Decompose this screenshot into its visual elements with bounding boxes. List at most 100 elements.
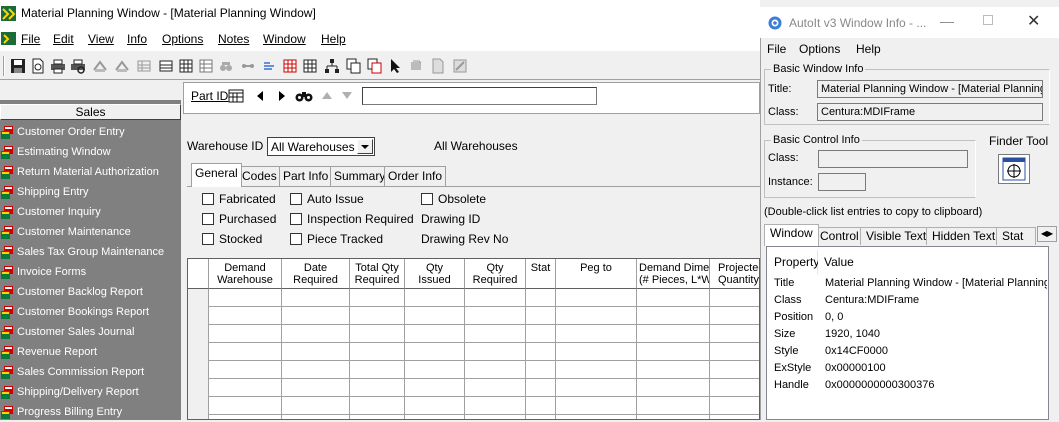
previous-icon[interactable]	[256, 91, 264, 101]
title-value-field[interactable]: Material Planning Window - [Material Pla…	[817, 80, 1043, 98]
piece-tracked-checkbox[interactable]	[290, 233, 302, 245]
column-header-date-required[interactable]: Date Required	[282, 259, 350, 289]
sidebar-item[interactable]: Sales Tax Group Maintenance	[0, 242, 181, 262]
property-key[interactable]: Handle	[774, 379, 809, 391]
tab-statusbar[interactable]: Stat	[996, 227, 1036, 245]
column-header-stat[interactable]: Stat	[526, 259, 556, 289]
auto-issue-checkbox[interactable]	[290, 193, 302, 205]
property-value[interactable]: Material Planning Window - [Material Pla…	[825, 277, 1047, 289]
property-key[interactable]: Class	[774, 294, 802, 306]
tab-general[interactable]: General	[191, 163, 242, 187]
tab-codes[interactable]: Codes	[238, 166, 281, 186]
sidebar-item[interactable]: Progress Billing Entry	[0, 402, 181, 422]
tab-visible-text[interactable]: Visible Text	[860, 227, 933, 245]
control-class-field[interactable]	[818, 150, 968, 168]
menu-options[interactable]: Options	[162, 32, 203, 46]
menu-window[interactable]: Window	[263, 32, 306, 46]
menu-notes[interactable]: Notes	[218, 32, 249, 46]
property-key[interactable]: Title	[774, 277, 794, 289]
part-id-input[interactable]	[362, 87, 597, 105]
fabricated-checkbox[interactable]	[202, 193, 214, 205]
sidebar-item[interactable]: Shipping Entry	[0, 182, 181, 202]
sidebar-item[interactable]: Shipping/Delivery Report	[0, 382, 181, 402]
next-icon[interactable]	[278, 91, 286, 101]
autoit-menu-file[interactable]: File	[767, 42, 786, 56]
new-icon[interactable]	[30, 58, 46, 74]
print-icon[interactable]	[50, 58, 66, 74]
menu-help[interactable]: Help	[321, 32, 346, 46]
binoculars-icon[interactable]	[295, 90, 313, 102]
column-header-qty-issued[interactable]: Qty Issued	[405, 259, 465, 289]
tool-icon[interactable]	[218, 58, 234, 74]
sidebar-item[interactable]: Revenue Report	[0, 342, 181, 362]
property-value[interactable]: 0x14CF0000	[825, 345, 1047, 357]
tab-hidden-text[interactable]: Hidden Text	[926, 227, 1002, 245]
down-icon[interactable]	[342, 92, 352, 99]
menu-edit[interactable]: Edit	[53, 32, 74, 46]
table-icon[interactable]	[302, 58, 318, 74]
column-header-demand-warehouse[interactable]: Demand Warehouse	[209, 259, 282, 289]
sidebar-item[interactable]: Customer Maintenance	[0, 222, 181, 242]
sidebar-item[interactable]: Customer Backlog Report	[0, 282, 181, 302]
property-value[interactable]: Centura:MDIFrame	[825, 294, 1047, 306]
purchased-checkbox[interactable]	[202, 213, 214, 225]
menu-info[interactable]: Info	[127, 32, 147, 46]
property-value[interactable]: 0x00000100	[825, 362, 1047, 374]
property-value[interactable]: 0, 0	[825, 311, 1047, 323]
pointer-icon[interactable]	[388, 58, 404, 74]
property-key[interactable]: Size	[774, 328, 795, 340]
edit-icon[interactable]	[452, 58, 468, 74]
value-column-header[interactable]: Value	[818, 250, 1046, 274]
tool-icon[interactable]	[92, 58, 108, 74]
sidebar-item[interactable]: Sales Commission Report	[0, 362, 181, 382]
grid-icon[interactable]	[178, 58, 194, 74]
grid-icon[interactable]	[198, 58, 214, 74]
sidebar-item[interactable]: Customer Sales Journal	[0, 322, 181, 342]
column-header-peg-to[interactable]: Peg to	[556, 259, 637, 289]
tab-order-info[interactable]: Order Info	[384, 166, 447, 186]
tree-icon[interactable]	[324, 58, 340, 74]
print-preview-icon[interactable]	[70, 58, 86, 74]
sidebar-item[interactable]: Customer Order Entry	[0, 122, 181, 142]
sidebar-item[interactable]: Customer Bookings Report	[0, 302, 181, 322]
tab-window[interactable]: Window	[764, 224, 819, 246]
sidebar-item[interactable]: Invoice Forms	[0, 262, 181, 282]
instance-field[interactable]	[818, 173, 866, 191]
refresh-icon[interactable]	[408, 58, 424, 74]
tool-icon[interactable]	[114, 58, 130, 74]
column-header-demand-dimensions[interactable]: Demand Dime (# Pieces, L*W	[637, 259, 710, 289]
chevron-down-icon[interactable]	[357, 139, 373, 154]
mdi-child-icon[interactable]	[1, 31, 16, 46]
sidebar-item[interactable]: Return Material Authorization	[0, 162, 181, 182]
grid-icon[interactable]	[282, 58, 298, 74]
tab-summary[interactable]: Summary	[330, 166, 390, 186]
property-key[interactable]: Style	[774, 345, 798, 357]
page-icon[interactable]	[430, 58, 446, 74]
demand-grid[interactable]: Demand Warehouse Date Required Total Qty Re…	[187, 258, 760, 420]
property-key[interactable]: ExStyle	[774, 362, 811, 374]
column-header-qty-required[interactable]: Qty Required	[465, 259, 526, 289]
autoit-menu-options[interactable]: Options	[799, 42, 840, 56]
property-key[interactable]: Position	[774, 311, 813, 323]
menu-file[interactable]: File	[21, 32, 40, 46]
class-value-field[interactable]: Centura:MDIFrame	[817, 103, 1043, 121]
property-value[interactable]: 0x0000000000300376	[825, 379, 1047, 391]
minimize-icon[interactable]: —	[940, 13, 954, 29]
property-column-header[interactable]: Property	[768, 250, 819, 274]
property-value[interactable]: 1920, 1040	[825, 328, 1047, 340]
close-icon[interactable]: ✕	[1027, 11, 1040, 31]
copy-icon[interactable]	[346, 58, 362, 74]
sidebar-item[interactable]: Customer Inquiry	[0, 202, 181, 222]
inspection-required-checkbox[interactable]	[290, 213, 302, 225]
autoit-menu-help[interactable]: Help	[856, 42, 881, 56]
tab-control[interactable]: Control	[814, 227, 865, 245]
sidebar-header[interactable]: Sales	[0, 104, 181, 120]
sidebar-item[interactable]: Estimating Window	[0, 142, 181, 162]
save-icon[interactable]	[10, 58, 26, 74]
menu-view[interactable]: View	[88, 32, 114, 46]
link-icon[interactable]	[240, 58, 256, 74]
up-icon[interactable]	[322, 92, 332, 99]
tab-part-info[interactable]: Part Info	[279, 166, 333, 186]
finder-tool[interactable]	[998, 154, 1030, 184]
column-header-projected-quantity[interactable]: Projected Quantity	[710, 259, 759, 289]
